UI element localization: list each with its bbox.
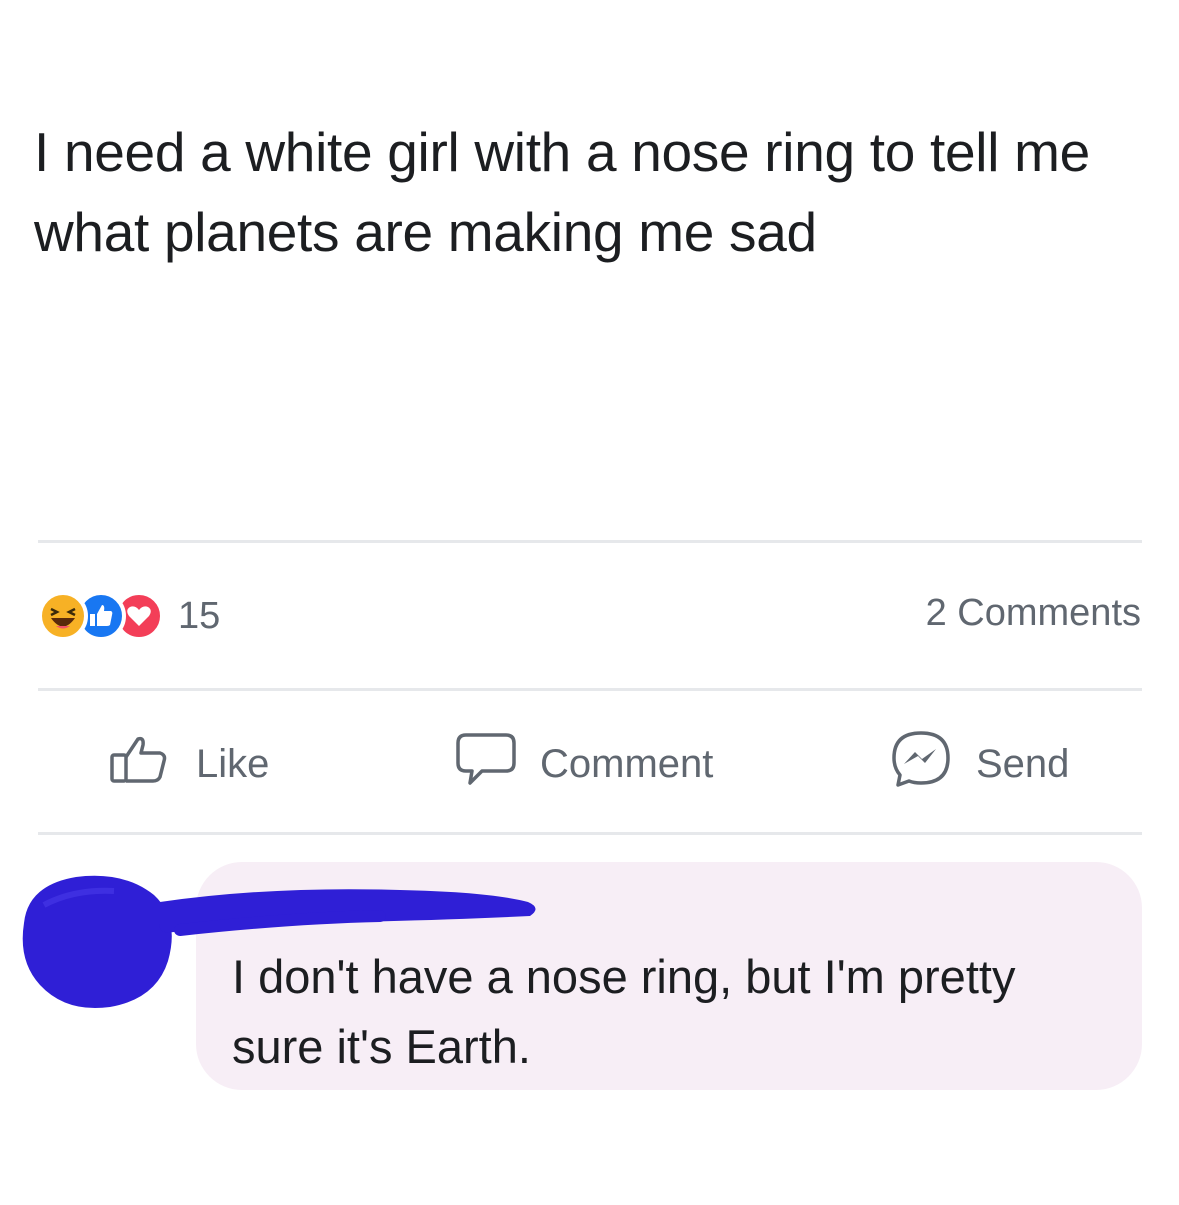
like-button[interactable]: Like [108, 728, 269, 800]
divider [38, 540, 1142, 543]
thumbs-up-icon [108, 731, 174, 797]
comments-count-link[interactable]: 2 Comments [926, 592, 1141, 635]
comment-label: Comment [540, 741, 714, 786]
comment-text: I don't have a nose ring, but I'm pretty… [232, 950, 1016, 1073]
reactions-summary[interactable]: 15 [38, 588, 220, 644]
divider [38, 832, 1142, 835]
like-label: Like [196, 741, 270, 786]
speech-bubble-icon [454, 729, 518, 799]
comment-button[interactable]: Comment [454, 728, 713, 800]
post-actions-bar: Like Comment Send [0, 728, 1179, 800]
reaction-count[interactable]: 15 [178, 595, 220, 638]
send-label: Send [976, 741, 1070, 786]
post-text: I need a white girl with a nose ring to … [34, 121, 1090, 263]
divider [38, 688, 1142, 691]
messenger-icon [888, 727, 954, 801]
haha-icon [38, 591, 88, 641]
send-button[interactable]: Send [888, 728, 1069, 800]
